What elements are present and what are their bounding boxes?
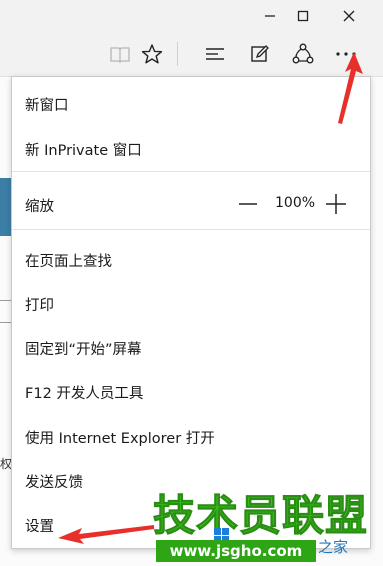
menu-item-new-inprivate-window[interactable]: 新 InPrivate 窗口 [25, 139, 142, 160]
menu-item-pin-to-start[interactable]: 固定到“开始”屏幕 [25, 338, 142, 359]
maximize-button[interactable] [280, 0, 326, 32]
browser-toolbar [0, 32, 383, 77]
menu-item-new-window[interactable]: 新窗口 [25, 94, 69, 115]
menu-item-f12-developer-tools[interactable]: F12 开发人员工具 [25, 382, 143, 403]
annotation-arrow-up [338, 52, 363, 124]
zoom-in-button[interactable] [323, 189, 349, 219]
reading-view-icon [110, 47, 130, 63]
zoom-level: 100% [275, 195, 316, 211]
close-icon [343, 10, 355, 22]
minimize-icon [265, 15, 275, 17]
menu-separator [12, 229, 370, 230]
maximize-icon [297, 10, 309, 22]
close-button[interactable] [326, 0, 372, 32]
zoom-out-button[interactable] [235, 189, 261, 219]
settings-more-menu: 新窗口 新 InPrivate 窗口 缩放 100% 在页面上查找 打印 固定到… [11, 76, 371, 549]
menu-item-find-on-page[interactable]: 在页面上查找 [25, 250, 112, 271]
toolbar-separator [177, 42, 178, 66]
share-button[interactable] [283, 32, 323, 76]
minus-icon [239, 203, 257, 205]
web-note-button[interactable] [240, 32, 280, 76]
menu-item-send-feedback[interactable]: 发送反馈 [25, 471, 83, 492]
title-bar [0, 0, 383, 32]
annotation-arrow-left [58, 525, 154, 544]
favorite-star-icon [141, 44, 163, 64]
watermark-side-text: 之家 [318, 538, 349, 556]
page-divider [0, 300, 11, 301]
hub-button[interactable] [195, 32, 235, 76]
menu-item-open-with-ie[interactable]: 使用 Internet Explorer 打开 [25, 427, 215, 448]
menu-item-print[interactable]: 打印 [25, 294, 54, 315]
hub-icon [206, 48, 224, 60]
page-banner-fragment [0, 178, 11, 236]
share-icon [292, 43, 314, 64]
menu-item-settings[interactable]: 设置 [25, 515, 54, 536]
watermark-url: www.jsgho.com [156, 540, 316, 562]
watermark-title: 技术员联盟 [152, 491, 369, 540]
web-note-icon [251, 45, 269, 62]
favorite-button[interactable] [132, 32, 172, 76]
menu-item-zoom-label: 缩放 [25, 199, 54, 215]
menu-separator [12, 171, 370, 172]
page-divider [0, 322, 11, 323]
plus-icon [326, 194, 346, 214]
